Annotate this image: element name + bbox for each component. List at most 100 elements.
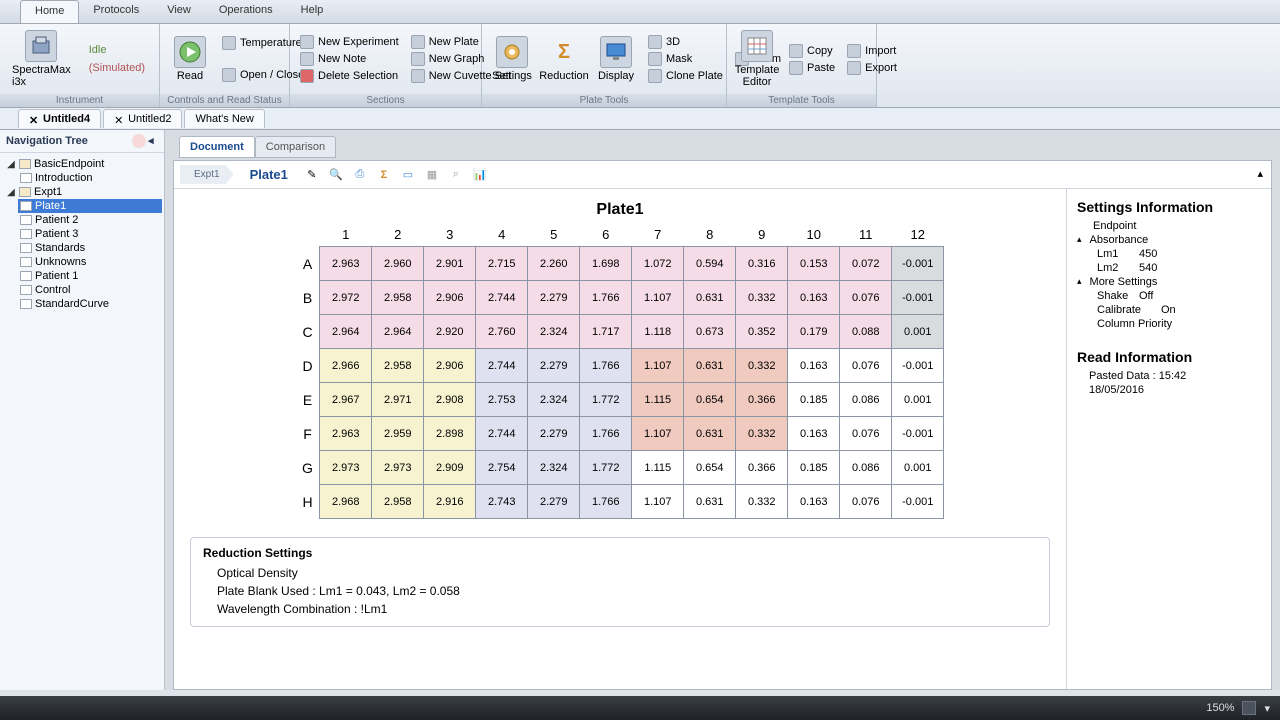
plate-cell[interactable]: 2.279 <box>528 349 580 383</box>
plate-cell[interactable]: 2.920 <box>424 315 476 349</box>
plate-cell[interactable]: 0.185 <box>788 451 840 485</box>
plate-cell[interactable]: 2.906 <box>424 281 476 315</box>
plate-cell[interactable]: -0.001 <box>892 417 944 451</box>
plate-cell[interactable]: 0.001 <box>892 383 944 417</box>
tree-leaf[interactable]: Patient 3 <box>18 227 162 241</box>
plate-cell[interactable]: 2.754 <box>476 451 528 485</box>
menu-tab-view[interactable]: View <box>153 0 205 23</box>
plate-cell[interactable]: 0.332 <box>736 281 788 315</box>
collapse-icon[interactable]: ▴ <box>1257 167 1263 180</box>
print-icon[interactable]: ⎙ <box>352 167 368 183</box>
plate-cell[interactable]: 2.963 <box>320 417 372 451</box>
import-button[interactable]: Import <box>843 43 901 59</box>
plate-cell[interactable]: 2.958 <box>372 349 424 383</box>
tree-leaf[interactable]: Unknowns <box>18 255 162 269</box>
plate-cell[interactable]: 0.673 <box>684 315 736 349</box>
doc-tab-untitled4[interactable]: ✕Untitled4 <box>18 109 101 128</box>
plate-cell[interactable]: 1.107 <box>632 417 684 451</box>
plate-cell[interactable]: 0.332 <box>736 417 788 451</box>
plate-cell[interactable]: 0.153 <box>788 247 840 281</box>
plate-cell[interactable]: 2.279 <box>528 417 580 451</box>
menu-tab-operations[interactable]: Operations <box>205 0 287 23</box>
plate-cell[interactable]: 0.352 <box>736 315 788 349</box>
plate-cell[interactable]: 0.185 <box>788 383 840 417</box>
plate-cell[interactable]: 0.001 <box>892 315 944 349</box>
plate-cell[interactable]: 2.715 <box>476 247 528 281</box>
plate-cell[interactable]: 2.972 <box>320 281 372 315</box>
tree-leaf[interactable]: Standards <box>18 241 162 255</box>
plate-cell[interactable]: 0.163 <box>788 417 840 451</box>
tree-leaf[interactable]: Control <box>18 283 162 297</box>
plate-cell[interactable]: 0.088 <box>840 315 892 349</box>
tree-leaf[interactable]: Introduction <box>18 171 162 185</box>
plate-cell[interactable]: 2.959 <box>372 417 424 451</box>
plate-cell[interactable]: 2.964 <box>320 315 372 349</box>
copy-button[interactable]: Copy <box>785 43 839 59</box>
menu-tab-home[interactable]: Home <box>20 0 79 23</box>
plate-cell[interactable]: 1.107 <box>632 349 684 383</box>
reduction-button[interactable]: ΣReduction <box>540 34 588 84</box>
zoom-dropdown-icon[interactable]: ▾ <box>1264 702 1270 715</box>
plate-cell[interactable]: 0.076 <box>840 485 892 519</box>
plate-cell[interactable]: 0.179 <box>788 315 840 349</box>
plate-cell[interactable]: 2.916 <box>424 485 476 519</box>
doc-tab-untitled2[interactable]: ✕Untitled2 <box>103 109 182 128</box>
tree-leaf[interactable]: StandardCurve <box>18 297 162 311</box>
plate-cell[interactable]: 2.324 <box>528 383 580 417</box>
plate-cell[interactable]: 1.698 <box>580 247 632 281</box>
plate-cell[interactable]: 1.772 <box>580 383 632 417</box>
breadcrumb-root[interactable]: Expt1 <box>180 165 234 184</box>
nav-search-icon[interactable] <box>132 134 146 148</box>
plate-cell[interactable]: 1.107 <box>632 485 684 519</box>
plate-cell[interactable]: 0.076 <box>840 417 892 451</box>
plate-cell[interactable]: 0.316 <box>736 247 788 281</box>
export-button[interactable]: Export <box>843 60 901 76</box>
plate-cell[interactable]: 1.717 <box>580 315 632 349</box>
plate-cell[interactable]: 0.631 <box>684 281 736 315</box>
plate-cell[interactable]: 2.973 <box>320 451 372 485</box>
tree-leaf[interactable]: Plate1 <box>18 199 162 213</box>
delete-selection-button[interactable]: Delete Selection <box>296 68 403 84</box>
tree-leaf[interactable]: Patient 2 <box>18 213 162 227</box>
plate-cell[interactable]: 2.279 <box>528 281 580 315</box>
screen-icon[interactable]: ▭ <box>400 167 416 183</box>
close-icon[interactable]: ✕ <box>114 114 124 124</box>
view-tab-comparison[interactable]: Comparison <box>255 136 336 158</box>
plate-cell[interactable]: 2.744 <box>476 349 528 383</box>
plate-cell[interactable]: 2.958 <box>372 485 424 519</box>
plate-cell[interactable]: 2.958 <box>372 281 424 315</box>
zoom-fit-icon[interactable]: 🔍 <box>328 167 344 183</box>
plate-cell[interactable]: 2.973 <box>372 451 424 485</box>
plate-cell[interactable]: 0.631 <box>684 485 736 519</box>
plate-cell[interactable]: -0.001 <box>892 281 944 315</box>
search-icon[interactable]: ⌕ <box>448 167 464 183</box>
plate-cell[interactable]: 1.115 <box>632 383 684 417</box>
plate-cell[interactable]: 2.324 <box>528 315 580 349</box>
plate-cell[interactable]: 0.654 <box>684 451 736 485</box>
plate-cell[interactable]: 2.753 <box>476 383 528 417</box>
plate-cell[interactable]: 2.760 <box>476 315 528 349</box>
plate-cell[interactable]: 1.115 <box>632 451 684 485</box>
plate-cell[interactable]: 2.744 <box>476 417 528 451</box>
plate-cell[interactable]: -0.001 <box>892 349 944 383</box>
plate-cell[interactable]: 2.908 <box>424 383 476 417</box>
wand-icon[interactable]: ✎ <box>304 167 320 183</box>
plate-cell[interactable]: 0.072 <box>840 247 892 281</box>
tree-node[interactable]: ◢BasicEndpoint <box>4 157 162 171</box>
plate-cell[interactable]: 0.332 <box>736 485 788 519</box>
read-button[interactable]: Read <box>166 34 214 84</box>
close-icon[interactable]: ✕ <box>29 114 39 124</box>
plate-cell[interactable]: 2.898 <box>424 417 476 451</box>
plate-cell[interactable]: 0.086 <box>840 383 892 417</box>
plate-cell[interactable]: -0.001 <box>892 247 944 281</box>
plate-cell[interactable]: 0.076 <box>840 281 892 315</box>
mask-button[interactable]: Mask <box>644 51 727 67</box>
plate-cell[interactable]: 2.963 <box>320 247 372 281</box>
plate-cell[interactable]: 0.163 <box>788 281 840 315</box>
instrument-button[interactable]: SpectraMax i3x <box>6 28 77 90</box>
plate-cell[interactable]: 1.118 <box>632 315 684 349</box>
tree-node[interactable]: ◢Expt1 <box>4 185 162 199</box>
plate-cell[interactable]: 1.772 <box>580 451 632 485</box>
chart-icon[interactable]: 📊 <box>472 167 488 183</box>
plate-cell[interactable]: 1.766 <box>580 281 632 315</box>
